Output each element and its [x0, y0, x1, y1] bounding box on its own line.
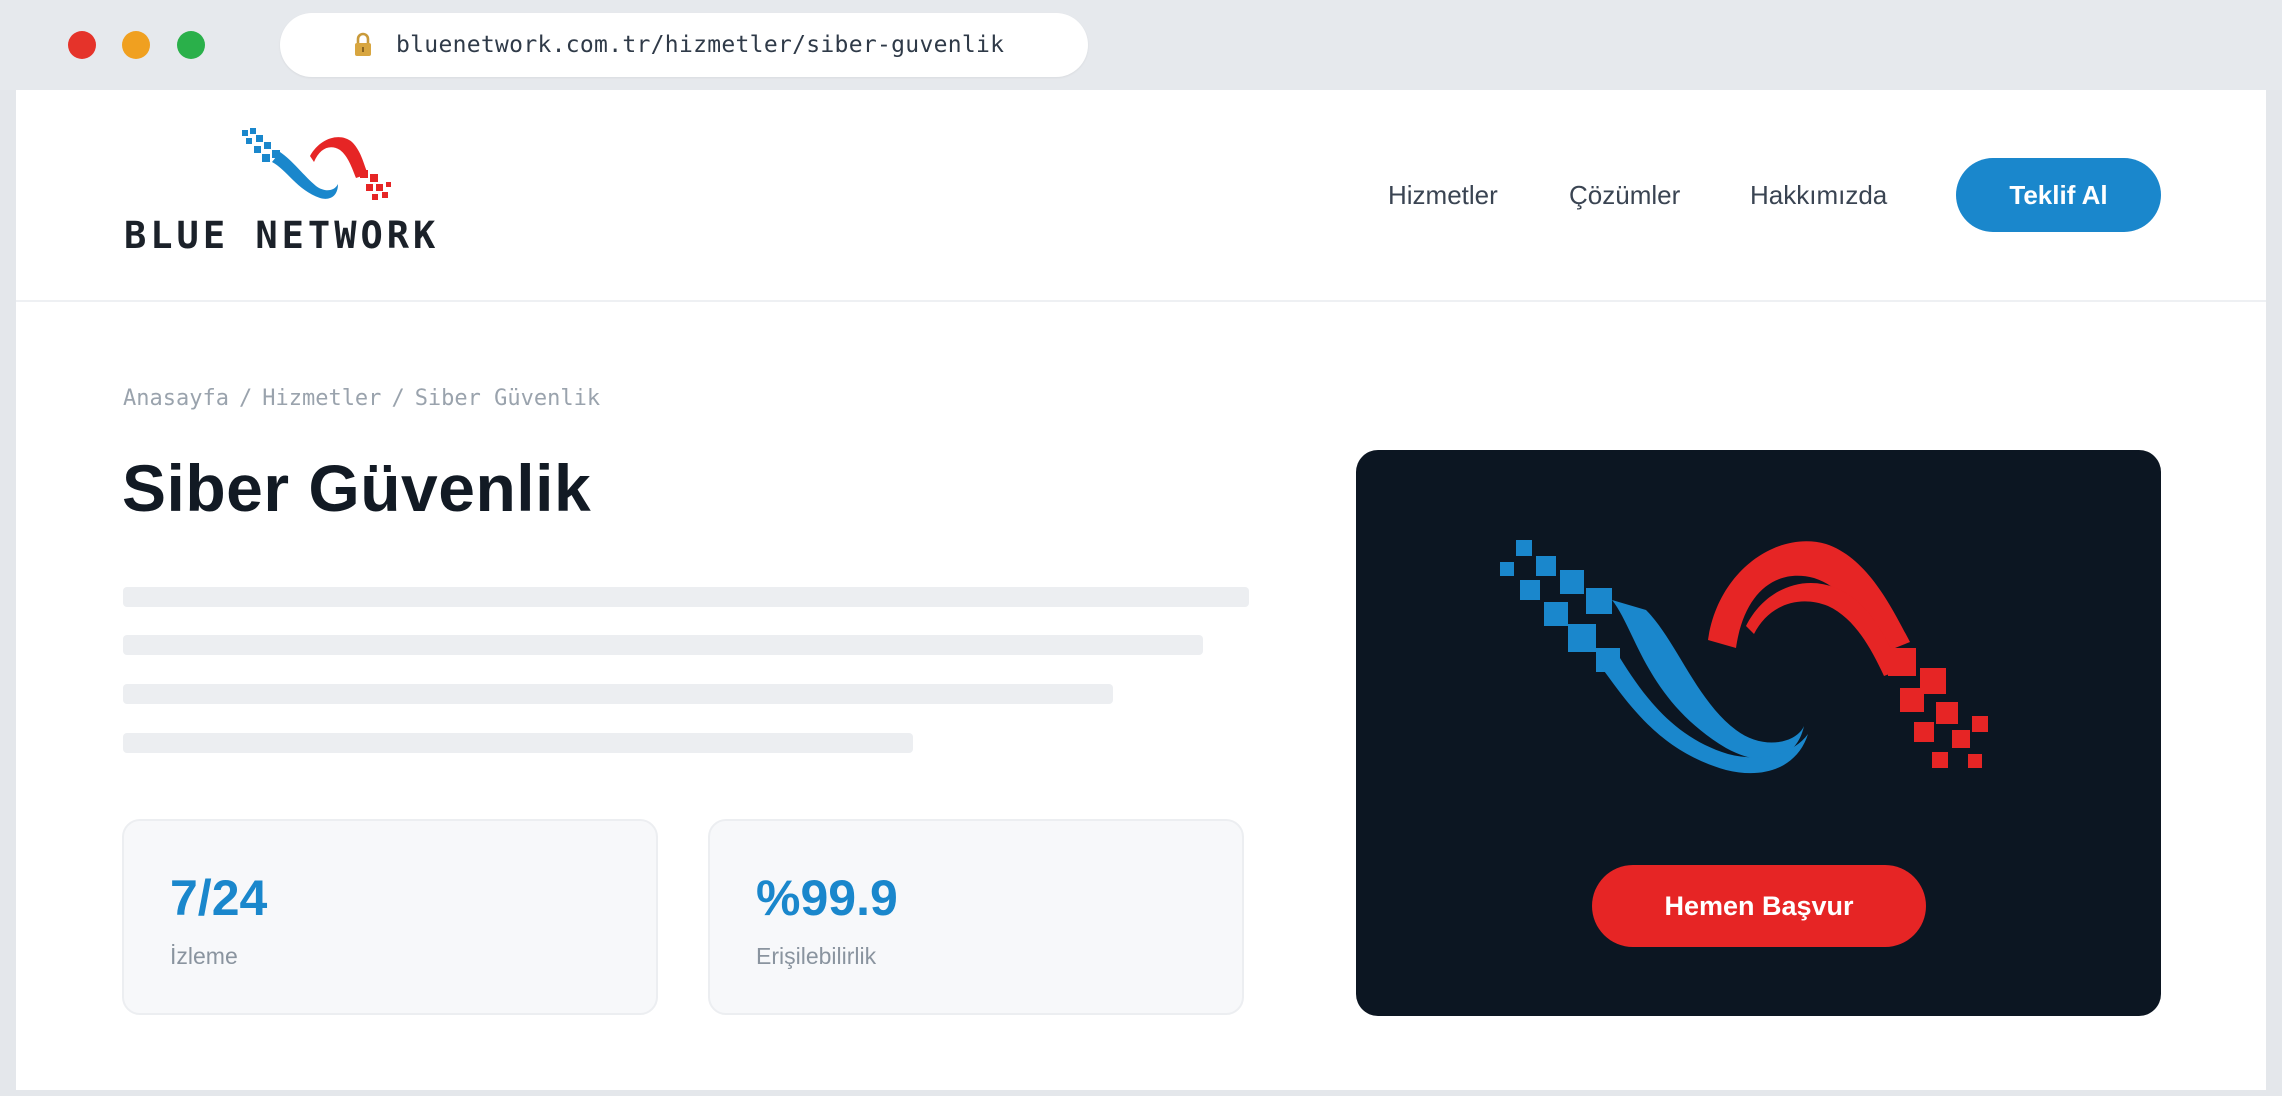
url-text: bluenetwork.com.tr/hizmetler/siber-guven…: [396, 32, 1005, 58]
hemen-basvur-button[interactable]: Hemen Başvur: [1592, 865, 1926, 947]
breadcrumb: Anasayfa / Hizmetler / Siber Güvenlik: [123, 386, 600, 411]
browser-viewport: BLUE NETWORK Hizmetler Çözümler Hakkımız…: [16, 90, 2266, 1090]
breadcrumb-home-link[interactable]: Anasayfa: [123, 386, 229, 411]
brand-name: BLUE NETWORK: [124, 214, 440, 257]
stat-label: Erişilebilirlik: [756, 943, 877, 969]
breadcrumb-current: Siber Güvenlik: [414, 386, 601, 411]
text-placeholder-line: [123, 733, 913, 753]
nav-cozumler[interactable]: Çözümler: [1569, 180, 1680, 211]
teklif-al-button[interactable]: Teklif Al: [1956, 158, 2161, 232]
text-placeholder-line: [123, 635, 1203, 655]
brand-logo-icon: [1500, 540, 1988, 774]
hero-card: Hemen Başvur: [1356, 450, 2161, 1016]
stat-card-monitoring: 7/24 İzleme: [122, 819, 658, 1015]
brand-logo-icon: [242, 128, 391, 200]
window-minimize-button[interactable]: [122, 31, 150, 59]
breadcrumb-services-link[interactable]: Hizmetler: [262, 386, 381, 411]
text-placeholder-line: [123, 587, 1249, 607]
window-maximize-button[interactable]: [177, 31, 205, 59]
text-placeholder-line: [123, 684, 1113, 704]
stat-card-availability: %99.9 Erişilebilirlik: [708, 819, 1244, 1015]
nav-hakkimizda[interactable]: Hakkımızda: [1750, 180, 1887, 211]
lock-icon: [352, 32, 374, 58]
brand-logo[interactable]: BLUE NETWORK: [124, 126, 504, 261]
breadcrumb-separator: /: [391, 386, 405, 411]
stat-value: 7/24: [170, 870, 268, 926]
nav-hizmetler[interactable]: Hizmetler: [1388, 180, 1498, 211]
page-title: Siber Güvenlik: [122, 451, 592, 525]
site-header: BLUE NETWORK Hizmetler Çözümler Hakkımız…: [16, 90, 2266, 302]
stat-label: İzleme: [170, 943, 238, 969]
window-close-button[interactable]: [68, 31, 96, 59]
address-bar[interactable]: bluenetwork.com.tr/hizmetler/siber-guven…: [280, 13, 1088, 77]
stat-value: %99.9: [756, 870, 898, 926]
breadcrumb-separator: /: [238, 386, 253, 411]
browser-toolbar: bluenetwork.com.tr/hizmetler/siber-guven…: [0, 0, 2282, 90]
